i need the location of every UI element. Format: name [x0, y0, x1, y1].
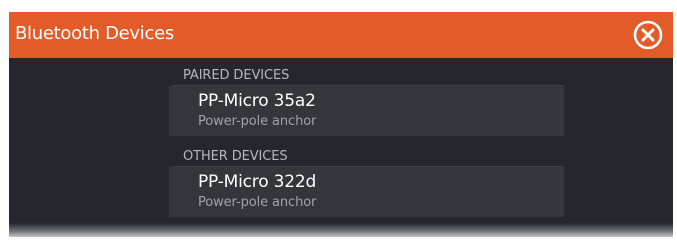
- device-type: Power-pole anchor: [198, 195, 317, 210]
- device-item-other[interactable]: PP-Micro 322d Power-pole anchor: [169, 167, 564, 217]
- device-type: Power-pole anchor: [198, 114, 317, 129]
- device-name: PP-Micro 322d: [198, 172, 317, 192]
- dialog-title-bar: Bluetooth Devices: [9, 12, 673, 58]
- bluetooth-devices-dialog: Bluetooth Devices PAIRED DEVICES PP-Micr…: [9, 12, 673, 237]
- dialog-title: Bluetooth Devices: [15, 23, 174, 44]
- other-devices-header: OTHER DEVICES: [183, 149, 288, 164]
- paired-devices-header: PAIRED DEVICES: [183, 68, 290, 83]
- device-item-paired[interactable]: PP-Micro 35a2 Power-pole anchor: [169, 86, 564, 136]
- device-list-panel: PAIRED DEVICES PP-Micro 35a2 Power-pole …: [9, 58, 673, 237]
- device-name: PP-Micro 35a2: [198, 91, 316, 111]
- close-button[interactable]: [633, 20, 663, 50]
- bottom-shadow: [9, 223, 673, 237]
- close-icon: [633, 20, 663, 50]
